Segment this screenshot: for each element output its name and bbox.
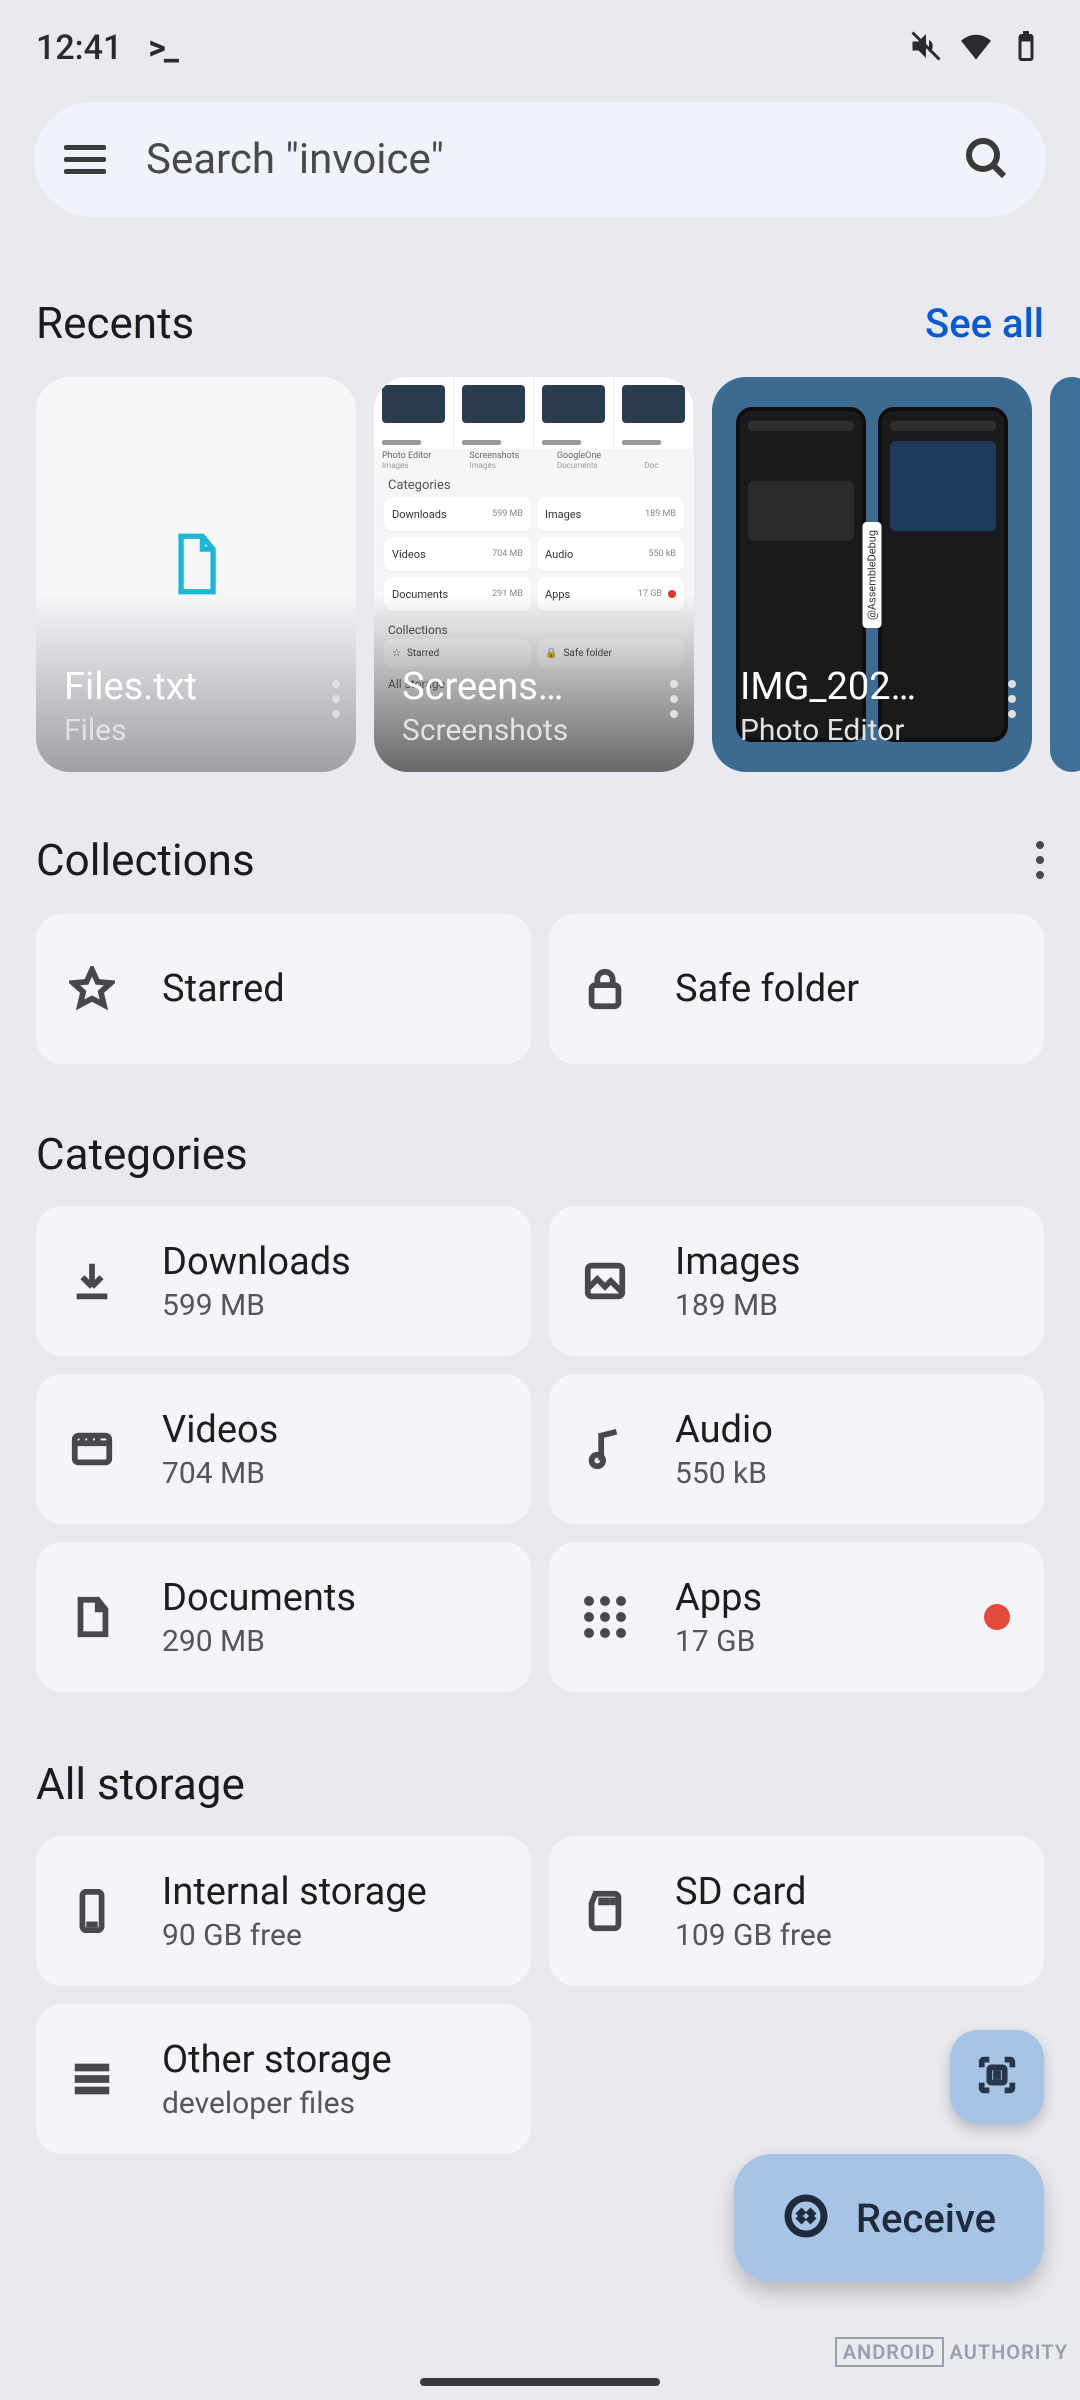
terminal-icon: >_	[148, 28, 177, 68]
tile-title: Starred	[162, 967, 285, 1011]
all-storage-heading: All storage	[36, 1758, 245, 1810]
search-icon[interactable]	[962, 134, 1010, 186]
tile-title: Audio	[675, 1408, 773, 1452]
tile-documents[interactable]: Documents 290 MB	[36, 1542, 531, 1692]
status-bar: 12:41 >_	[0, 0, 1080, 84]
tile-videos[interactable]: Videos 704 MB	[36, 1374, 531, 1524]
recent-source: Photo Editor	[740, 713, 968, 748]
tile-subtitle: 704 MB	[162, 1456, 278, 1491]
gesture-nav-handle[interactable]	[420, 2378, 660, 2386]
receive-icon	[782, 2192, 830, 2244]
tile-apps[interactable]: Apps 17 GB	[549, 1542, 1044, 1692]
more-icon[interactable]	[670, 680, 678, 718]
recent-name: Screens…	[402, 665, 630, 709]
tile-subtitle: 550 kB	[675, 1456, 773, 1491]
document-icon	[66, 1591, 118, 1643]
download-icon	[66, 1255, 118, 1307]
mute-icon	[908, 28, 944, 68]
storage-icon	[66, 2053, 118, 2105]
search-bar[interactable]: Search "invoice"	[34, 102, 1046, 217]
recent-card-peek[interactable]	[1050, 377, 1080, 772]
collections-heading: Collections	[36, 834, 255, 886]
tile-title: Safe folder	[675, 967, 859, 1011]
image-icon	[579, 1255, 631, 1307]
scan-icon	[974, 2052, 1020, 2102]
receive-fab[interactable]: Receive	[734, 2154, 1044, 2282]
recent-card-file[interactable]: Files.txt Files	[36, 377, 356, 772]
notification-dot	[984, 1604, 1010, 1630]
tile-safe-folder[interactable]: Safe folder	[549, 914, 1044, 1064]
phone-icon	[66, 1885, 118, 1937]
tile-images[interactable]: Images 189 MB	[549, 1206, 1044, 1356]
file-icon	[170, 532, 222, 600]
more-icon[interactable]	[1008, 680, 1016, 718]
recents-strip[interactable]: Files.txt Files Photo Editor Screenshots…	[0, 377, 1080, 772]
categories-heading: Categories	[36, 1128, 248, 1180]
watermark: ANDROIDAUTHORITY	[835, 2340, 1068, 2364]
scan-fab[interactable]	[950, 2030, 1044, 2124]
star-icon	[66, 963, 118, 1015]
tile-title: Other storage	[162, 2038, 392, 2082]
collections-more-icon[interactable]	[1036, 841, 1044, 879]
audio-icon	[579, 1423, 631, 1475]
tile-title: Downloads	[162, 1240, 351, 1284]
recent-name: IMG_202…	[740, 665, 968, 709]
tile-subtitle: 189 MB	[675, 1288, 800, 1323]
tile-other-storage[interactable]: Other storage developer files	[36, 2004, 531, 2154]
tile-title: SD card	[675, 1870, 832, 1914]
tile-title: Images	[675, 1240, 800, 1284]
tile-title: Internal storage	[162, 1870, 427, 1914]
tile-internal-storage[interactable]: Internal storage 90 GB free	[36, 1836, 531, 1986]
tile-downloads[interactable]: Downloads 599 MB	[36, 1206, 531, 1356]
recent-source: Screenshots	[402, 713, 630, 748]
tile-subtitle: 290 MB	[162, 1624, 356, 1659]
tile-sd-card[interactable]: SD card 109 GB free	[549, 1836, 1044, 1986]
tile-subtitle: 90 GB free	[162, 1918, 427, 1953]
receive-label: Receive	[856, 2195, 996, 2242]
status-time: 12:41	[36, 28, 122, 68]
recent-card-image[interactable]: @AssembleDebug IMG_202… Photo Editor	[712, 377, 1032, 772]
recent-source: Files	[64, 713, 292, 748]
recents-heading: Recents	[36, 297, 194, 349]
apps-icon	[579, 1591, 631, 1643]
recent-name: Files.txt	[64, 665, 292, 709]
video-icon	[66, 1423, 118, 1475]
search-placeholder: Search "invoice"	[146, 135, 962, 184]
tile-title: Documents	[162, 1576, 356, 1620]
hamburger-menu-icon[interactable]	[64, 145, 106, 174]
sd-card-icon	[579, 1885, 631, 1937]
tile-subtitle: 109 GB free	[675, 1918, 832, 1953]
tile-title: Videos	[162, 1408, 278, 1452]
tile-subtitle: developer files	[162, 2086, 392, 2121]
tile-subtitle: 599 MB	[162, 1288, 351, 1323]
battery-icon	[1008, 28, 1044, 68]
tile-audio[interactable]: Audio 550 kB	[549, 1374, 1044, 1524]
recent-card-screenshot[interactable]: Photo Editor Screenshots GoogleOne Image…	[374, 377, 694, 772]
tile-starred[interactable]: Starred	[36, 914, 531, 1064]
tile-subtitle: 17 GB	[675, 1624, 762, 1659]
see-all-link[interactable]: See all	[925, 300, 1044, 347]
tile-title: Apps	[675, 1576, 762, 1620]
lock-icon	[579, 963, 631, 1015]
wifi-icon	[958, 28, 994, 68]
more-icon[interactable]	[332, 680, 340, 718]
